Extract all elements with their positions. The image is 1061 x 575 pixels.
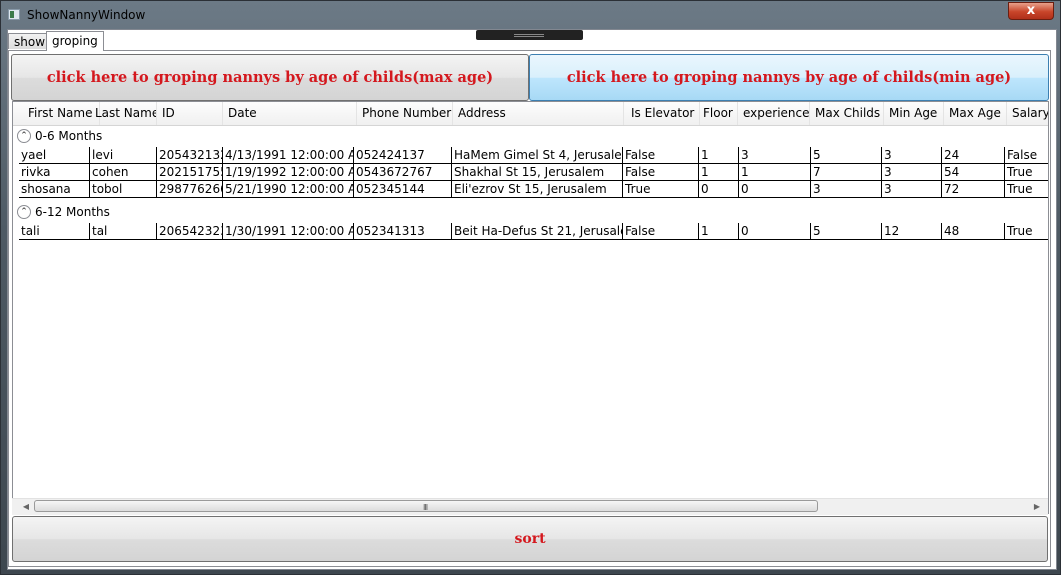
scrollbar-thumb[interactable]: III [34,500,818,512]
cell-first-name: tali [21,224,40,238]
column-header-max-childs[interactable]: Max Childs [810,102,884,125]
group-by-min-age-button[interactable]: click here to groping nannys by age of c… [529,54,1049,101]
cell-id: 206542323 [156,223,222,239]
cell-is-elevator: False [622,147,698,163]
cell-salary: True [1004,181,1048,197]
cell-salary: True [1004,164,1048,180]
cell-address: Eli'ezrov St 15, Jerusalem [451,181,622,197]
cell-date: 4/13/1991 12:00:00 AM [222,147,353,163]
cell-phone-number: 052341313 [353,223,451,239]
cell-is-elevator: True [622,181,698,197]
group-name: 6-12 Months [35,205,110,219]
tab-show[interactable]: show [8,33,52,49]
scrollbar-grip: III [423,503,428,512]
tab-groping[interactable]: groping [46,31,104,51]
cell-floor: 1 [698,223,738,239]
chevron-up-icon[interactable]: ⌃ [17,205,31,219]
column-header-min-age[interactable]: Min Age [884,102,944,125]
table-row[interactable]: rivka cohen 202151755 1/19/1992 12:00:00 AM… [19,164,1048,181]
cell-phone-number: 0543672767 [353,164,451,180]
cell-experience: 0 [738,223,810,239]
nanny-data-grid: First Name Last Name ID Date Phone Number Add… [12,101,1049,514]
sort-button[interactable]: sort [12,516,1048,562]
cell-address: Shakhal St 15, Jerusalem [451,164,622,180]
column-header-date[interactable]: Date [223,102,357,125]
group-name: 0-6 Months [35,129,103,143]
splitter-handle[interactable] [476,30,583,40]
horizontal-scrollbar[interactable]: ◀ III ▶ [12,498,1048,515]
cell-first-name: rivka [21,165,51,179]
cell-max-childs: 7 [810,164,881,180]
app-icon [8,9,20,20]
column-header-experience[interactable]: experience [738,102,810,125]
cell-phone-number: 052345144 [353,181,451,197]
cell-max-age: 54 [941,164,1004,180]
cell-address: HaMem Gimel St 4, Jerusalem [451,147,622,163]
cell-max-childs: 3 [810,181,881,197]
cell-max-childs: 5 [810,147,881,163]
cell-floor: 1 [698,147,738,163]
cell-last-name: tal [89,223,156,239]
cell-max-childs: 5 [810,223,881,239]
cell-min-age: 3 [881,181,941,197]
column-header-max-age[interactable]: Max Age [944,102,1007,125]
cell-experience: 3 [738,147,810,163]
cell-last-name: tobol [89,181,156,197]
cell-first-name: yael [21,148,47,162]
cell-min-age: 3 [881,164,941,180]
cell-experience: 0 [738,181,810,197]
column-header-is-elevator[interactable]: Is Elevator [626,102,700,125]
table-row[interactable]: shosana tobol 298776266 5/21/1990 12:00:00 … [19,181,1048,198]
cell-address: Beit Ha-Defus St 21, Jerusalem [451,223,622,239]
column-header-address[interactable]: Address [453,102,624,125]
cell-is-elevator: False [622,223,698,239]
column-header-id[interactable]: ID [157,102,223,125]
cell-max-age: 24 [941,147,1004,163]
close-button[interactable]: x [1008,2,1054,20]
cell-first-name: shosana [21,182,71,196]
cell-phone-number: 052424137 [353,147,451,163]
cell-min-age: 12 [881,223,941,239]
cell-date: 5/21/1990 12:00:00 AM [222,181,353,197]
title-bar[interactable]: ShowNannyWindow x [1,1,1061,29]
cell-id: 205432132 [156,147,222,163]
arrow-right-icon[interactable]: ▶ [1032,502,1042,512]
cell-salary: True [1004,223,1048,239]
cell-date: 1/19/1992 12:00:00 AM [222,164,353,180]
cell-id: 202151755 [156,164,222,180]
column-header-floor[interactable]: Floor [698,102,738,125]
cell-min-age: 3 [881,147,941,163]
cell-salary: False [1004,147,1048,163]
group-by-max-age-button[interactable]: click here to groping nannys by age of c… [11,54,529,101]
cell-max-age: 72 [941,181,1004,197]
column-header-phone-number[interactable]: Phone Number [357,102,453,125]
column-header-last-name[interactable]: Last Name [90,102,157,125]
chevron-up-icon[interactable]: ⌃ [17,129,31,143]
column-header-salary[interactable]: Salary [1007,102,1048,125]
cell-is-elevator: False [622,164,698,180]
cell-floor: 1 [698,164,738,180]
cell-id: 298776266 [156,181,222,197]
cell-last-name: levi [89,147,156,163]
window-title: ShowNannyWindow [27,8,146,22]
grid-header: First Name Last Name ID Date Phone Number Add… [13,102,1048,126]
cell-last-name: cohen [89,164,156,180]
table-row[interactable]: yael levi 205432132 4/13/1991 12:00:00 AM 05… [19,147,1048,164]
column-header-first-name[interactable]: First Name [23,102,100,125]
arrow-left-icon[interactable]: ◀ [21,502,31,512]
cell-experience: 1 [738,164,810,180]
cell-date: 1/30/1991 12:00:00 AM [222,223,353,239]
table-row[interactable]: tali tal 206542323 1/30/1991 12:00:00 AM 052… [19,223,1048,240]
cell-max-age: 48 [941,223,1004,239]
cell-floor: 0 [698,181,738,197]
